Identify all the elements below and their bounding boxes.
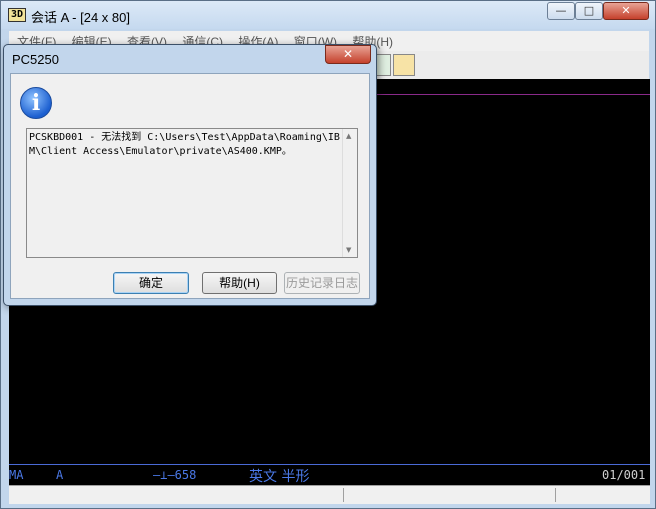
toolbar-ticket-icon[interactable] xyxy=(393,54,415,76)
dialog-body: i PCSKBD001 - 无法找到 C:\Users\Test\AppData… xyxy=(10,73,370,299)
status-session: A xyxy=(56,468,64,482)
operator-info-area: MA A —⊥—658 英文 半形 01/001 xyxy=(9,464,650,486)
status-ma: MA xyxy=(9,468,24,482)
message-textbox[interactable]: PCSKBD001 - 无法找到 C:\Users\Test\AppData\R… xyxy=(26,128,358,258)
status-cursor-position: 01/001 xyxy=(602,468,646,482)
info-icon: i xyxy=(20,87,52,119)
close-button[interactable]: ✕ xyxy=(603,2,649,20)
scroll-down-icon[interactable]: ▼ xyxy=(346,246,351,254)
app-icon[interactable]: 3D xyxy=(8,8,26,22)
window-title: 会话 A - [24 x 80] xyxy=(31,10,130,25)
maximize-button[interactable]: □ xyxy=(575,2,603,20)
scroll-up-icon[interactable]: ▲ xyxy=(346,132,351,140)
status-bar-divider xyxy=(343,488,344,502)
minimize-button[interactable]: — xyxy=(547,2,575,20)
status-input-mode: 英文 半形 xyxy=(249,469,310,485)
message-scrollbar[interactable]: ▲ ▼ xyxy=(342,129,357,257)
status-arrow: —⊥—658 xyxy=(153,468,197,482)
pc5250-dialog: PC5250 ✕ i PCSKBD001 - 无法找到 C:\Users\Tes… xyxy=(3,44,377,306)
dialog-title: PC5250 xyxy=(12,52,59,67)
message-text: PCSKBD001 - 无法找到 C:\Users\Test\AppData\R… xyxy=(29,132,340,157)
status-bar xyxy=(9,485,650,504)
ok-button[interactable]: 确定 xyxy=(113,272,189,294)
status-bar-divider xyxy=(555,488,556,502)
help-button[interactable]: 帮助(H) xyxy=(202,272,277,294)
title-bar[interactable]: 3D 会话 A - [24 x 80] — □ ✕ xyxy=(1,1,655,29)
history-log-button[interactable]: 历史记录日志 xyxy=(284,272,360,294)
dialog-close-button[interactable]: ✕ xyxy=(325,45,371,64)
